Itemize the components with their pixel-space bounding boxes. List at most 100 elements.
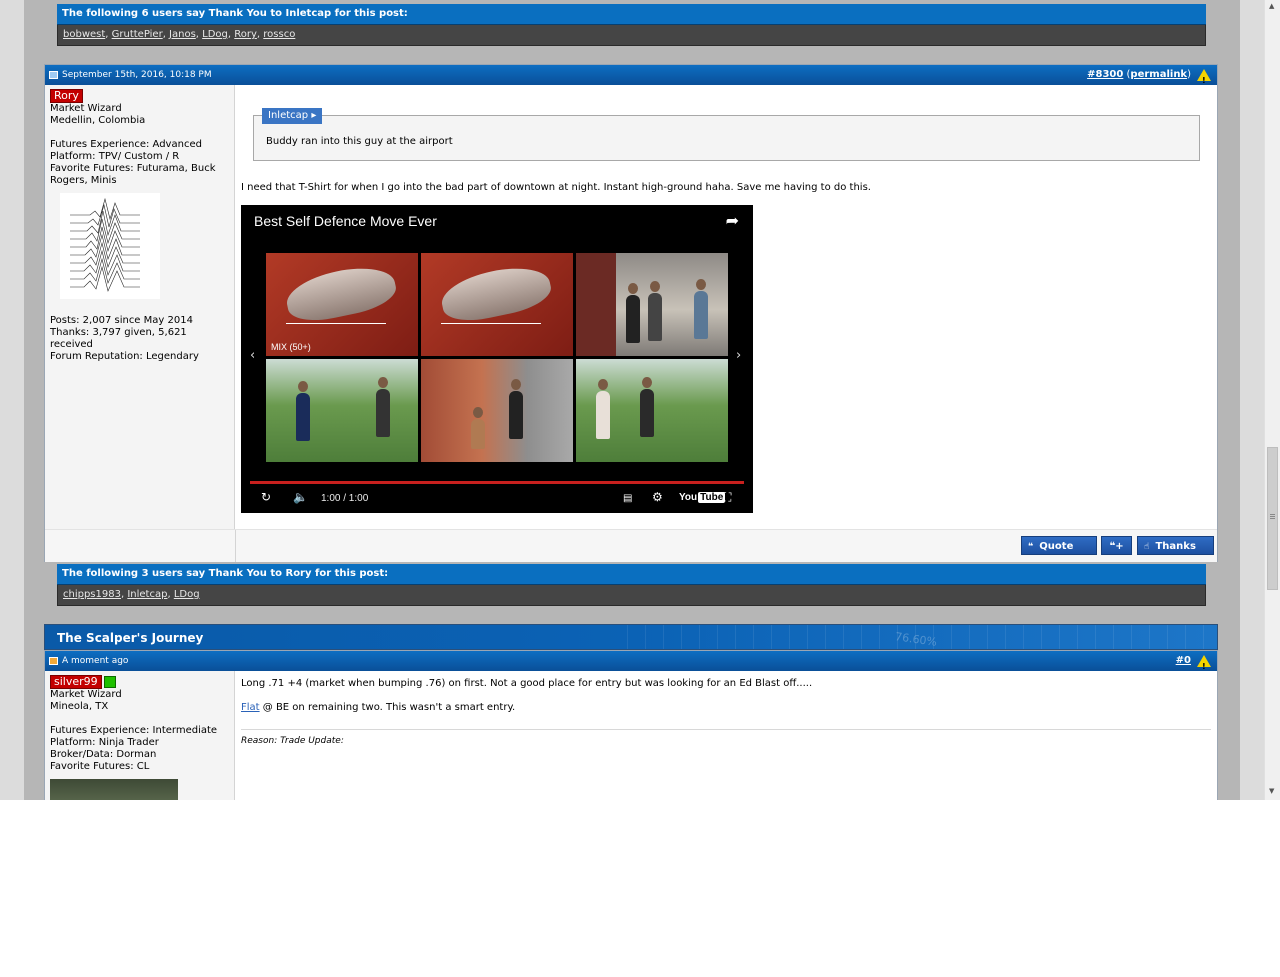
user-avatar[interactable] [50, 779, 178, 800]
thanks-user-link[interactable]: rossco [263, 29, 295, 40]
scroll-up-arrow-icon[interactable]: ▲ [1269, 2, 1274, 10]
avatar-waveform-image [70, 197, 140, 292]
quote-button[interactable]: ❝ Quote [1021, 536, 1097, 555]
post-date: September 15th, 2016, 10:18 PM [62, 70, 212, 80]
scroll-down-arrow-icon[interactable]: ▼ [1269, 787, 1274, 795]
username-link[interactable]: silver99 [50, 675, 102, 689]
multi-quote-icon: ❝+ [1109, 541, 1124, 552]
user-title: Market Wizard [50, 689, 122, 700]
user-title: Market Wizard [50, 103, 122, 114]
user-favorite-futures: Favorite Futures: Futurama, Buck Rogers,… [50, 163, 216, 186]
quote-text: Buddy ran into this guy at the airport [266, 136, 453, 147]
report-warning-icon[interactable]: ! [1197, 69, 1211, 85]
video-thumbnail[interactable] [576, 359, 728, 462]
user-posts: Posts: 2,007 since May 2014 [50, 315, 193, 326]
user-favorite-futures: Favorite Futures: CL [50, 761, 150, 772]
thanks-box-bottom: The following 3 users say Thank You to R… [57, 564, 1206, 606]
forum-post: September 15th, 2016, 10:18 PM #8300 (pe… [44, 64, 1218, 562]
thanks-user-link[interactable]: LDog [202, 29, 228, 40]
thanks-button[interactable]: ☝ Thanks [1137, 536, 1214, 555]
video-thumbnail[interactable] [421, 253, 573, 356]
arrow-right-icon: ▸ [311, 110, 317, 121]
share-icon[interactable]: ➦ [726, 213, 739, 229]
thanks-user-link[interactable]: bobwest [63, 29, 105, 40]
journal-banner: The Scalper's Journey 76.60% [44, 624, 1218, 650]
video-thumbnail[interactable] [266, 359, 418, 462]
youtube-logo-you: You [679, 492, 698, 503]
thumbs-up-icon: ☝ [1144, 542, 1150, 552]
post-header: September 15th, 2016, 10:18 PM #8300 (pe… [45, 65, 1217, 85]
chevron-left-icon[interactable]: ‹ [250, 349, 255, 362]
post-message: I need that T-Shirt for when I go into t… [241, 182, 871, 193]
vertical-scrollbar[interactable]: ▲ ▼ [1264, 0, 1280, 800]
volume-icon[interactable]: 🔈 [293, 491, 308, 503]
quote-author-tag[interactable]: Inletcap ▸ [262, 108, 323, 124]
user-avatar[interactable] [60, 193, 160, 299]
post-footer: ❝ Quote ❝+ ☝ Thanks [45, 529, 1217, 562]
fullscreen-icon[interactable]: ⛶ [723, 491, 731, 503]
youtube-logo[interactable]: You Tube [679, 492, 726, 504]
post-content: Long .71 +4 (market when bumping .76) on… [241, 671, 1211, 800]
scrollbar-thumb[interactable] [1267, 447, 1278, 590]
thanks-user-link[interactable]: Janos [169, 29, 196, 40]
mix-label: MIX (50+) [271, 342, 311, 352]
user-experience: Futures Experience: Intermediate [50, 725, 218, 736]
user-info-panel: silver99 Market Wizard Mineola, TX Futur… [45, 671, 235, 800]
user-broker: Broker/Data: Dorman [50, 749, 157, 760]
youtube-embed[interactable]: Best Self Defence Move Ever ➦ MIX (50+) … [241, 205, 753, 513]
user-location: Medellin, Colombia [50, 115, 146, 126]
browser-viewport: The following 6 users say Thank You to I… [0, 0, 1264, 800]
online-status-icon [103, 676, 116, 688]
video-controls: ↻ 🔈 1:00 / 1:00 ▤ ⚙ You Tube ⛶ [241, 489, 753, 509]
thanks-user-link[interactable]: Rory [234, 29, 257, 40]
thanks-user-list: bobwest, GruttePier, Janos, LDog, Rory, … [57, 25, 1206, 46]
post-number-link[interactable]: #8300 [1087, 69, 1123, 80]
video-progress-bar[interactable] [250, 481, 744, 484]
thanks-header: The following 6 users say Thank You to I… [57, 4, 1206, 25]
subtitles-icon[interactable]: ▤ [623, 493, 632, 505]
quote-block: Inletcap ▸ Buddy ran into this guy at th… [253, 108, 1200, 161]
user-platform: Platform: TPV/ Custom / R [50, 151, 180, 162]
thanks-box-top: The following 6 users say Thank You to I… [57, 4, 1206, 46]
post-date: A moment ago [62, 656, 129, 666]
user-thanks: Thanks: 3,797 given, 5,621 received [50, 327, 187, 350]
user-location: Mineola, TX [50, 701, 109, 712]
thanks-user-list: chipps1983, Inletcap, LDog [57, 585, 1206, 606]
flat-link[interactable]: Flat [241, 702, 260, 713]
post-line-2: Flat @ BE on remaining two. This wasn't … [241, 702, 515, 714]
video-thumbnail[interactable] [421, 359, 573, 462]
chevron-right-icon[interactable]: › [736, 349, 741, 362]
settings-gear-icon[interactable]: ⚙ [652, 491, 663, 503]
post-header: A moment ago #0 ! [45, 651, 1217, 671]
quote-icon: ❝ [1028, 542, 1034, 552]
post-number-group: #0 [1176, 651, 1191, 671]
post-status-icon [49, 70, 58, 79]
user-reputation: Forum Reputation: Legendary [50, 351, 199, 362]
quote-author: Inletcap [268, 110, 309, 121]
video-thumbnail[interactable] [576, 253, 728, 356]
report-warning-icon[interactable]: ! [1197, 655, 1211, 671]
username-link[interactable]: Rory [50, 89, 83, 103]
post-number-group: #8300 (permalink) [1087, 69, 1191, 80]
video-timecode: 1:00 / 1:00 [321, 493, 369, 504]
post-line-1: Long .71 +4 (market when bumping .76) on… [241, 678, 813, 689]
multi-quote-button[interactable]: ❝+ [1101, 536, 1132, 555]
user-experience: Futures Experience: Advanced [50, 139, 202, 150]
user-info-panel: Rory Market Wizard Medellin, Colombia Fu… [45, 85, 235, 529]
thanks-user-link[interactable]: Inletcap [127, 589, 167, 600]
youtube-logo-tube: Tube [698, 492, 726, 503]
thanks-user-link[interactable]: LDog [174, 589, 200, 600]
post-line-2-text: @ BE on remaining two. This wasn't a sma… [259, 702, 516, 713]
thanks-user-link[interactable]: GruttePier [112, 29, 163, 40]
permalink-link[interactable]: permalink [1130, 69, 1187, 80]
edit-reason: Reason: Trade Update: [241, 729, 1211, 747]
post-number-link[interactable]: #0 [1176, 655, 1191, 666]
thanks-user-link[interactable]: chipps1983 [63, 589, 121, 600]
forum-post: A moment ago #0 ! silver99 Market Wizard… [44, 650, 1218, 800]
replay-icon[interactable]: ↻ [261, 491, 271, 503]
journal-title[interactable]: The Scalper's Journey [57, 631, 203, 645]
new-post-icon [49, 656, 58, 665]
thanks-header: The following 3 users say Thank You to R… [57, 564, 1206, 585]
user-platform: Platform: Ninja Trader [50, 737, 159, 748]
video-title[interactable]: Best Self Defence Move Ever [254, 214, 437, 228]
